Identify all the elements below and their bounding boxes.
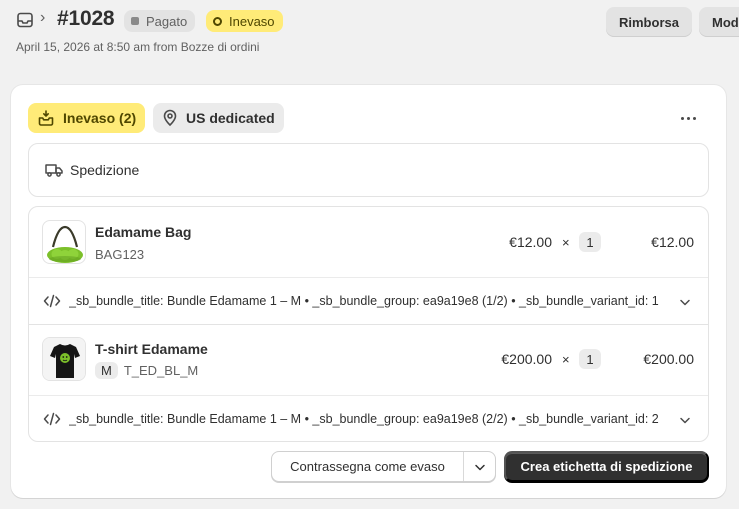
line-item: T-shirt Edamame M T_ED_BL_M €200.00 × 1 €… — [29, 325, 708, 395]
bundle-properties-text: _sb_bundle_title: Bundle Edamame 1 – M •… — [69, 412, 659, 426]
mark-as-fulfilled-button-group: Contrassegna come evaso — [271, 451, 496, 482]
quantity-badge: 1 — [579, 349, 601, 369]
times-sign: × — [562, 235, 570, 250]
chevron-down-icon[interactable] — [678, 413, 692, 432]
bundle-properties-row[interactable]: _sb_bundle_title: Bundle Edamame 1 – M •… — [29, 277, 708, 323]
package-fulfill-icon — [38, 110, 54, 126]
delivery-truck-icon — [44, 162, 64, 183]
product-thumbnail-tshirt[interactable] — [42, 337, 86, 381]
unfulfilled-status-label: Inevaso (2) — [63, 110, 137, 126]
payment-status-badge: Pagato — [124, 10, 196, 32]
page-title: #1028 — [57, 7, 115, 30]
product-sku: BAG123 — [95, 247, 145, 262]
fulfillment-status-badge: Inevaso — [206, 10, 283, 32]
unit-price: €200.00 — [501, 351, 552, 367]
bundle-properties-row[interactable]: _sb_bundle_title: Bundle Edamame 1 – M •… — [29, 395, 708, 441]
times-sign: × — [562, 352, 570, 367]
create-shipping-label-button[interactable]: Crea etichetta di spedizione — [504, 451, 709, 482]
order-subtitle: April 15, 2026 at 8:50 am from Bozze di … — [16, 40, 260, 54]
location-label: US dedicated — [186, 110, 275, 126]
line-total: €12.00 — [651, 234, 694, 250]
more-horizontal-icon[interactable] — [675, 109, 701, 127]
unfulfilled-ring-icon — [213, 16, 222, 26]
breadcrumb-separator: › — [40, 9, 46, 26]
chevron-down-icon — [474, 464, 485, 470]
mark-as-fulfilled-button[interactable]: Contrassegna come evaso — [272, 452, 464, 481]
line-items-list: Edamame Bag BAG123 €12.00 × 1 €12.00 _sb… — [28, 206, 709, 442]
product-sku: T_ED_BL_M — [123, 363, 199, 378]
variant-badge: M — [95, 362, 118, 379]
edit-button[interactable]: Modifica — [699, 7, 739, 37]
code-icon — [43, 412, 61, 431]
fulfillment-card: Inevaso (2) US dedicated Spedizione Edam… — [11, 85, 726, 498]
line-item: Edamame Bag BAG123 €12.00 × 1 €12.00 — [29, 207, 708, 277]
payment-status-label: Pagato — [146, 13, 188, 29]
chevron-down-icon[interactable] — [678, 295, 692, 314]
location-pill: US dedicated — [153, 103, 284, 133]
unfulfilled-status-pill: Inevaso (2) — [28, 103, 146, 133]
unit-price: €12.00 — [509, 234, 552, 250]
paid-dot-icon — [131, 17, 139, 25]
product-thumbnail-bag[interactable] — [42, 220, 86, 264]
bundle-properties-text: _sb_bundle_title: Bundle Edamame 1 – M •… — [69, 294, 659, 308]
page-header: › #1028 Pagato Inevaso April 15, 2026 at… — [0, 0, 739, 70]
mark-as-fulfilled-dropdown[interactable] — [464, 452, 495, 481]
code-icon — [43, 294, 61, 313]
quantity-badge: 1 — [579, 232, 601, 252]
shipping-label: Spedizione — [70, 162, 140, 178]
fulfillment-status-label: Inevaso — [229, 13, 275, 29]
product-name[interactable]: Edamame Bag — [95, 224, 191, 240]
refund-button[interactable]: Rimborsa — [606, 7, 692, 37]
product-name[interactable]: T-shirt Edamame — [95, 341, 208, 357]
orders-inbox-icon[interactable] — [16, 11, 34, 29]
location-pin-icon — [163, 109, 177, 127]
shipping-section: Spedizione — [28, 143, 709, 197]
product-variant-sku: M T_ED_BL_M — [95, 362, 198, 379]
line-total: €200.00 — [643, 351, 694, 367]
